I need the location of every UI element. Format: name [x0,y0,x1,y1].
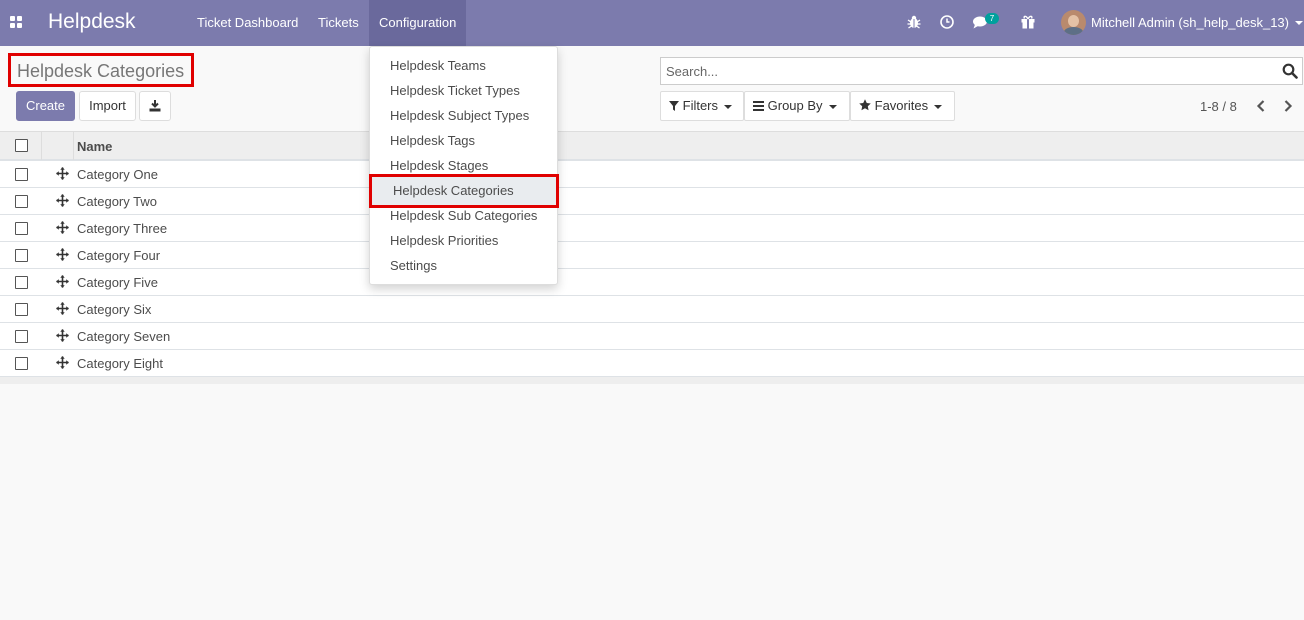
group-by-button[interactable]: Group By [744,91,850,121]
list-footer [0,377,1304,384]
config-menu-item-helpdesk-sub-categories[interactable]: Helpdesk Sub Categories [370,203,557,228]
table-row[interactable]: Category Four [0,242,1304,269]
category-name[interactable]: Category Four [77,248,160,263]
table-row[interactable]: Category One [0,161,1304,188]
group-by-caret-icon [828,104,837,109]
filters-caret-icon [724,104,733,109]
drag-handle-icon[interactable] [56,194,69,207]
user-menu[interactable]: Mitchell Admin (sh_help_desk_13) [1091,15,1289,30]
column-separator [73,132,74,160]
favorites-caret-icon [934,104,943,109]
export-download-button[interactable] [139,91,171,121]
category-name[interactable]: Category Two [77,194,157,209]
menu-ticket-dashboard[interactable]: Ticket Dashboard [187,0,308,46]
bug-icon[interactable] [905,13,923,31]
apps-grid-icon[interactable] [10,16,22,28]
table-row[interactable]: Category Six [0,296,1304,323]
config-menu-item-helpdesk-teams[interactable]: Helpdesk Teams [370,53,557,78]
category-name[interactable]: Category Seven [77,329,170,344]
download-icon [149,100,161,112]
config-menu-item-helpdesk-priorities[interactable]: Helpdesk Priorities [370,228,557,253]
messages-count-badge: 7 [985,13,999,24]
name-column-header[interactable]: Name [77,139,112,154]
table-row[interactable]: Category Two [0,188,1304,215]
filter-icon [669,101,679,111]
table-row[interactable]: Category Eight [0,350,1304,377]
categories-list: Name Category One Category Two Category Th… [0,131,1304,384]
configuration-dropdown-menu: Helpdesk Teams Helpdesk Ticket Types Helpd… [369,46,559,285]
create-button[interactable]: Create [16,91,75,121]
category-name[interactable]: Category Three [77,221,167,236]
drag-handle-icon[interactable] [56,329,69,342]
category-name[interactable]: Category One [77,167,158,182]
row-checkbox[interactable] [15,330,28,343]
app-name[interactable]: Helpdesk [48,10,136,34]
user-avatar[interactable] [1061,10,1086,35]
menu-tickets[interactable]: Tickets [308,0,369,46]
category-name[interactable]: Category Five [77,275,158,290]
drag-handle-icon[interactable] [56,221,69,234]
filters-label: Filters [682,98,719,113]
column-separator [41,132,42,160]
drag-handle-icon[interactable] [56,275,69,288]
row-checkbox[interactable] [15,168,28,181]
user-menu-caret-icon[interactable] [1295,21,1303,25]
table-row[interactable]: Category Five [0,269,1304,296]
search-input[interactable] [661,58,1261,84]
config-menu-item-settings[interactable]: Settings [370,253,557,278]
row-checkbox[interactable] [15,195,28,208]
favorites-label: Favorites [874,98,929,113]
pager-value[interactable]: 1-8 / 8 [1200,99,1237,114]
config-menu-item-helpdesk-subject-types[interactable]: Helpdesk Subject Types [370,103,557,128]
select-all-checkbox[interactable] [15,139,28,152]
table-row[interactable]: Category Seven [0,323,1304,350]
table-row[interactable]: Category Three [0,215,1304,242]
search-icon[interactable] [1282,63,1298,79]
row-checkbox[interactable] [15,357,28,370]
page-title: Helpdesk Categories [8,53,194,87]
row-checkbox[interactable] [15,303,28,316]
import-button[interactable]: Import [79,91,136,121]
config-menu-item-helpdesk-tags[interactable]: Helpdesk Tags [370,128,557,153]
drag-handle-icon[interactable] [56,356,69,369]
gift-icon[interactable] [1019,13,1037,31]
category-name[interactable]: Category Eight [77,356,163,371]
top-navbar: Helpdesk Ticket Dashboard Tickets Config… [0,0,1304,46]
filters-button[interactable]: Filters [660,91,744,121]
menu-configuration[interactable]: Configuration [369,0,466,46]
group-by-label: Group By [767,98,823,113]
config-menu-item-helpdesk-ticket-types[interactable]: Helpdesk Ticket Types [370,78,557,103]
drag-handle-icon[interactable] [56,248,69,261]
list-header: Name [0,131,1304,161]
star-icon [859,99,871,111]
pager-previous-icon[interactable] [1255,99,1267,113]
category-name[interactable]: Category Six [77,302,151,317]
search-bar [660,57,1303,85]
clock-icon[interactable] [938,13,956,31]
favorites-button[interactable]: Favorites [850,91,955,121]
drag-handle-icon[interactable] [56,167,69,180]
row-checkbox[interactable] [15,222,28,235]
row-checkbox[interactable] [15,249,28,262]
list-icon [753,101,764,111]
pager-next-icon[interactable] [1282,99,1294,113]
row-checkbox[interactable] [15,276,28,289]
drag-handle-icon[interactable] [56,302,69,315]
